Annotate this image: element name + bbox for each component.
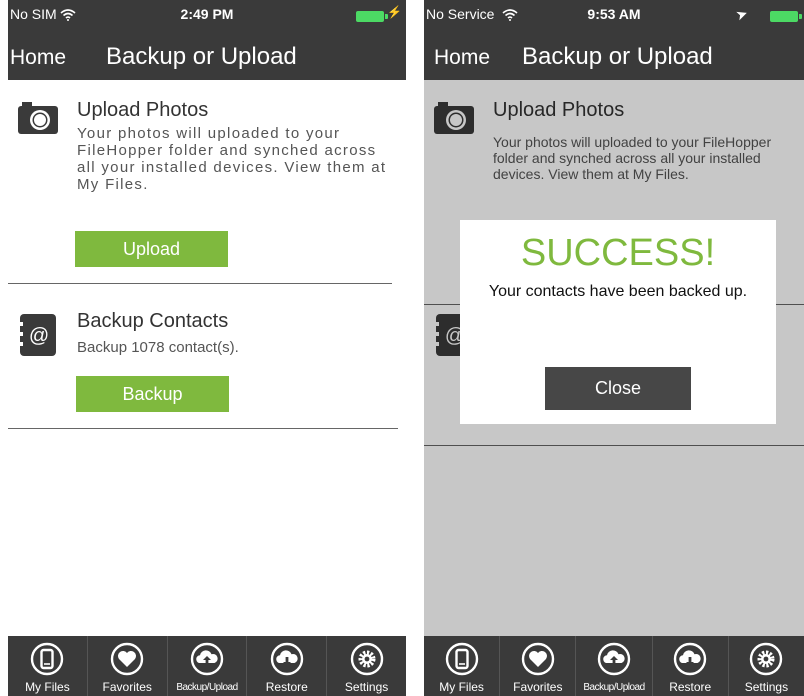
tab-backup-upload[interactable]: Backup/Upload xyxy=(576,636,653,696)
phone-icon xyxy=(445,642,479,676)
content-area: Upload Photos Your photos will uploaded … xyxy=(8,80,406,636)
phone-icon xyxy=(30,642,64,676)
charging-icon: ⚡ xyxy=(387,5,402,19)
upload-photos-description: Your photos will uploaded to your FileHo… xyxy=(77,125,387,193)
battery-icon xyxy=(356,11,388,22)
contacts-book-icon xyxy=(16,312,60,356)
status-bar: No SIM 2:49 PM ⚡ xyxy=(8,0,406,34)
status-time: 2:49 PM xyxy=(180,6,234,22)
status-bar: No Service 9:53 AM ➤ xyxy=(424,0,804,34)
success-dialog: SUCCESS! Your contacts have been backed … xyxy=(460,220,776,424)
page-title: Backup or Upload xyxy=(106,43,297,70)
tab-settings[interactable]: Settings xyxy=(729,636,804,696)
tab-label: Favorites xyxy=(102,680,152,694)
tab-bar: My Files Favorites Backup/Upload Restore… xyxy=(8,636,406,696)
tab-settings[interactable]: Settings xyxy=(327,636,406,696)
tab-label: Settings xyxy=(744,680,789,694)
navigation-bar: Home Backup or Upload xyxy=(424,34,804,80)
close-button[interactable]: Close xyxy=(545,367,691,410)
backup-button[interactable]: Backup xyxy=(76,376,229,412)
tab-my-files[interactable]: My Files xyxy=(8,636,88,696)
tab-label: My Files xyxy=(439,680,484,694)
tab-label: Backup/Upload xyxy=(583,682,645,693)
heart-icon xyxy=(521,642,555,676)
gear-icon xyxy=(749,642,783,676)
home-button[interactable]: Home xyxy=(434,46,490,70)
tab-bar: My Files Favorites Backup/Upload Restore… xyxy=(424,636,804,696)
gear-icon xyxy=(350,642,384,676)
page-title: Backup or Upload xyxy=(522,43,713,70)
tab-label: Settings xyxy=(344,680,389,694)
tab-label: Restore xyxy=(669,680,712,694)
battery-icon xyxy=(770,11,802,22)
tab-backup-upload[interactable]: Backup/Upload xyxy=(168,636,248,696)
backup-upload-screen: No SIM 2:49 PM ⚡ Home Backup or Upload U… xyxy=(8,0,406,696)
dialog-title: SUCCESS! xyxy=(520,232,716,274)
tab-favorites[interactable]: Favorites xyxy=(500,636,577,696)
tab-my-files[interactable]: My Files xyxy=(424,636,501,696)
camera-icon xyxy=(16,94,60,138)
cloud-upload-icon xyxy=(597,642,631,676)
tab-favorites[interactable]: Favorites xyxy=(88,636,168,696)
upload-button[interactable]: Upload xyxy=(75,231,228,267)
cloud-download-icon xyxy=(673,642,707,676)
home-button[interactable]: Home xyxy=(10,46,66,70)
dialog-message: Your contacts have been backed up. xyxy=(488,283,748,300)
tab-label: Restore xyxy=(265,680,308,694)
section-divider xyxy=(8,283,392,284)
tab-restore[interactable]: Restore xyxy=(653,636,729,696)
backup-contacts-title: Backup Contacts xyxy=(77,310,229,332)
upload-photos-title: Upload Photos xyxy=(77,99,209,121)
cloud-download-icon xyxy=(270,642,304,676)
backup-success-screen: No Service 9:53 AM ➤ Home Backup or Uplo… xyxy=(424,0,804,696)
navigation-bar: Home Backup or Upload xyxy=(8,34,406,80)
backup-contacts-description: Backup 1078 contact(s). xyxy=(77,339,239,356)
cloud-upload-icon xyxy=(190,642,224,676)
tab-label: Backup/Upload xyxy=(176,682,238,693)
section-divider xyxy=(8,428,398,429)
heart-icon xyxy=(110,642,144,676)
tab-label: My Files xyxy=(25,680,70,694)
tab-label: Favorites xyxy=(513,680,563,694)
tab-restore[interactable]: Restore xyxy=(247,636,328,696)
